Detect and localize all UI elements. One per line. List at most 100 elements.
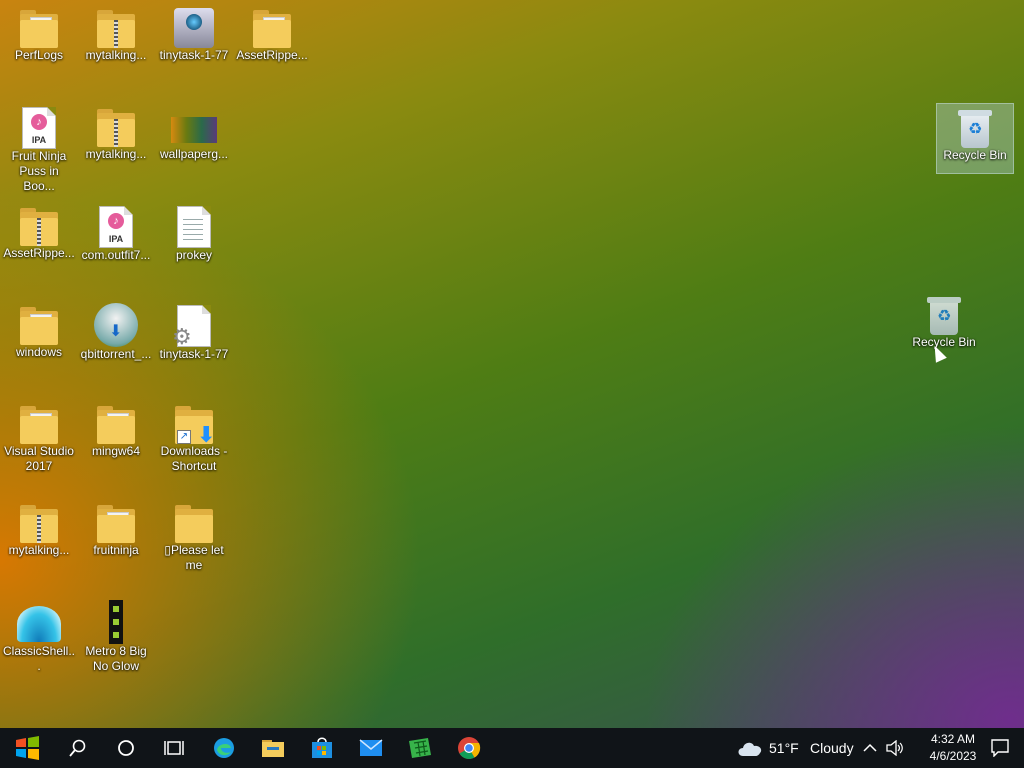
icon-label: Metro 8 Big No Glow bbox=[85, 644, 147, 673]
folder-icon bbox=[175, 505, 213, 543]
desktop-icon-recycle-bin-selected[interactable]: ♻ Recycle Bin bbox=[936, 103, 1014, 174]
desktop-icon-tinytask-exe[interactable]: tinytask-1-77 bbox=[156, 4, 232, 63]
icon-label: tinytask-1-77 bbox=[159, 48, 229, 62]
weather-temp: 51°F bbox=[769, 740, 799, 756]
settings-file-icon: ⚙ bbox=[172, 305, 211, 349]
clock-time: 4:32 AM bbox=[930, 732, 976, 746]
desktop-icon-prokey[interactable]: prokey bbox=[156, 202, 232, 263]
taskbar: 51°F Cloudy 4:32 AM 4/6/2023 bbox=[0, 728, 1024, 768]
desktop-icon-com-outfit7-ipa[interactable]: ♪ IPA com.outfit7... bbox=[78, 202, 154, 263]
mail-icon bbox=[359, 739, 383, 756]
weather-condition: Cloudy bbox=[810, 740, 854, 756]
desktop-icon-wallpaper[interactable]: wallpaperg... bbox=[156, 103, 232, 162]
ipa-file-icon: ♪ IPA bbox=[22, 107, 56, 149]
desktop-icon-mytalking-1[interactable]: mytalking... bbox=[78, 4, 154, 63]
taskbar-file-explorer[interactable] bbox=[249, 728, 297, 768]
weather-widget[interactable]: 51°F Cloudy bbox=[734, 728, 854, 768]
desktop-icon-downloads-shortcut[interactable]: ⬇ ↗ Downloads - Shortcut bbox=[156, 400, 232, 474]
icon-label: prokey bbox=[175, 248, 213, 262]
folder-icon bbox=[20, 307, 58, 345]
edge-icon bbox=[214, 738, 234, 758]
desktop-icon-fruitninja[interactable]: fruitninja bbox=[78, 499, 154, 558]
desktop-icon-please-let-me[interactable]: ▯Please let me bbox=[156, 499, 232, 573]
desktop-icon-qbittorrent[interactable]: ⬇ qbittorrent_... bbox=[78, 301, 154, 362]
icon-label: qbittorrent_... bbox=[80, 347, 152, 361]
icon-label: windows bbox=[15, 345, 63, 359]
taskbar-store[interactable] bbox=[298, 728, 346, 768]
desktop-icon-mytalking-3[interactable]: mytalking... bbox=[1, 499, 77, 558]
icon-label: ▯Please let me bbox=[164, 543, 224, 572]
icon-label: Visual Studio 2017 bbox=[4, 444, 74, 473]
recycle-bin-icon: ♻ bbox=[958, 108, 992, 148]
icon-label: ClassicShell... bbox=[2, 644, 76, 673]
show-hidden-icons-button[interactable] bbox=[858, 728, 882, 768]
start-button[interactable] bbox=[3, 728, 51, 768]
desktop-icon-mingw64[interactable]: mingw64 bbox=[78, 400, 154, 459]
task-view-icon bbox=[164, 741, 184, 755]
icon-label: mingw64 bbox=[91, 444, 141, 458]
desktop-icon-windows[interactable]: windows bbox=[1, 301, 77, 360]
cloud-icon bbox=[738, 742, 762, 756]
desktop-icon-mytalking-2[interactable]: mytalking... bbox=[78, 103, 154, 162]
desktop-icon-metro8[interactable]: Metro 8 Big No Glow bbox=[78, 598, 154, 674]
icon-label: Downloads - Shortcut bbox=[160, 444, 228, 473]
notification-icon bbox=[991, 739, 1009, 757]
icon-label: AssetRippe... bbox=[236, 48, 308, 62]
store-icon bbox=[312, 737, 332, 758]
downloads-folder-icon: ⬇ ↗ bbox=[175, 406, 215, 447]
speaker-icon bbox=[886, 740, 903, 756]
taskbar-mail[interactable] bbox=[347, 728, 395, 768]
icon-label: mytalking... bbox=[85, 147, 147, 161]
zip-folder-icon bbox=[97, 10, 135, 48]
classic-shell-icon bbox=[17, 606, 61, 642]
cortana-icon bbox=[118, 740, 134, 756]
icon-label: Fruit Ninja Puss in Boo... bbox=[11, 149, 67, 193]
icon-label: Recycle Bin bbox=[912, 335, 976, 349]
volume-button[interactable] bbox=[882, 728, 908, 768]
system-clock[interactable]: 4:32 AM 4/6/2023 bbox=[922, 731, 984, 765]
icon-label: tinytask-1-77 bbox=[159, 347, 229, 361]
desktop-icon-assetripper[interactable]: AssetRippe... bbox=[234, 4, 310, 63]
desktop-icon-assetripper-zip[interactable]: AssetRippe... bbox=[1, 202, 77, 261]
search-icon bbox=[69, 739, 86, 757]
taskbar-edge[interactable] bbox=[200, 728, 248, 768]
chevron-up-icon bbox=[863, 743, 877, 752]
icon-label: mytalking... bbox=[85, 48, 147, 62]
desktop-icon-perflogs[interactable]: PerfLogs bbox=[1, 4, 77, 63]
clock-date: 4/6/2023 bbox=[929, 749, 977, 763]
icon-label: Recycle Bin bbox=[943, 148, 1007, 162]
desktop-icon-fruit-ninja-ipa[interactable]: ♪ IPA Fruit Ninja Puss in Boo... bbox=[1, 103, 77, 194]
desktop-icon-tinytask-settings[interactable]: ⚙ tinytask-1-77 bbox=[156, 301, 232, 362]
recycle-bin-icon: ♻ bbox=[927, 295, 961, 335]
icon-label: AssetRippe... bbox=[3, 246, 75, 260]
zip-folder-icon bbox=[20, 505, 58, 543]
icon-label: mytalking... bbox=[8, 543, 70, 557]
taskbar-spreadsheet-app[interactable] bbox=[396, 728, 444, 768]
taskbar-chrome[interactable] bbox=[445, 728, 493, 768]
shortcut-arrow-icon: ↗ bbox=[177, 430, 191, 444]
search-button[interactable] bbox=[54, 728, 102, 768]
ipa-file-icon: ♪ IPA bbox=[99, 206, 133, 248]
file-explorer-icon bbox=[262, 740, 284, 757]
icon-label: PerfLogs bbox=[14, 48, 64, 62]
text-file-icon bbox=[177, 206, 211, 248]
action-center-button[interactable] bbox=[976, 728, 1024, 768]
installer-icon: ⬇ bbox=[94, 303, 138, 347]
desktop-icon-visual-studio-2017[interactable]: Visual Studio 2017 bbox=[1, 400, 77, 474]
cortana-button[interactable] bbox=[102, 728, 150, 768]
desktop: PerfLogs ♪ IPA Fruit Ninja Puss in Boo...… bbox=[0, 0, 1024, 728]
desktop-icon-classicshell[interactable]: ClassicShell... bbox=[1, 598, 77, 674]
windows-logo-icon bbox=[16, 736, 39, 760]
icon-label: fruitninja bbox=[93, 543, 139, 557]
spreadsheet-app-icon bbox=[409, 738, 431, 758]
tinytask-app-icon bbox=[174, 8, 214, 48]
folder-icon bbox=[20, 10, 58, 48]
task-view-button[interactable] bbox=[150, 728, 198, 768]
folder-icon bbox=[253, 10, 291, 48]
folder-icon bbox=[20, 406, 58, 444]
chrome-icon bbox=[458, 737, 481, 759]
metro-icon bbox=[109, 600, 123, 644]
desktop-icon-recycle-bin-dragging[interactable]: ♻ Recycle Bin bbox=[906, 291, 982, 350]
icon-label: wallpaperg... bbox=[159, 147, 229, 161]
icon-label: com.outfit7... bbox=[81, 248, 151, 262]
